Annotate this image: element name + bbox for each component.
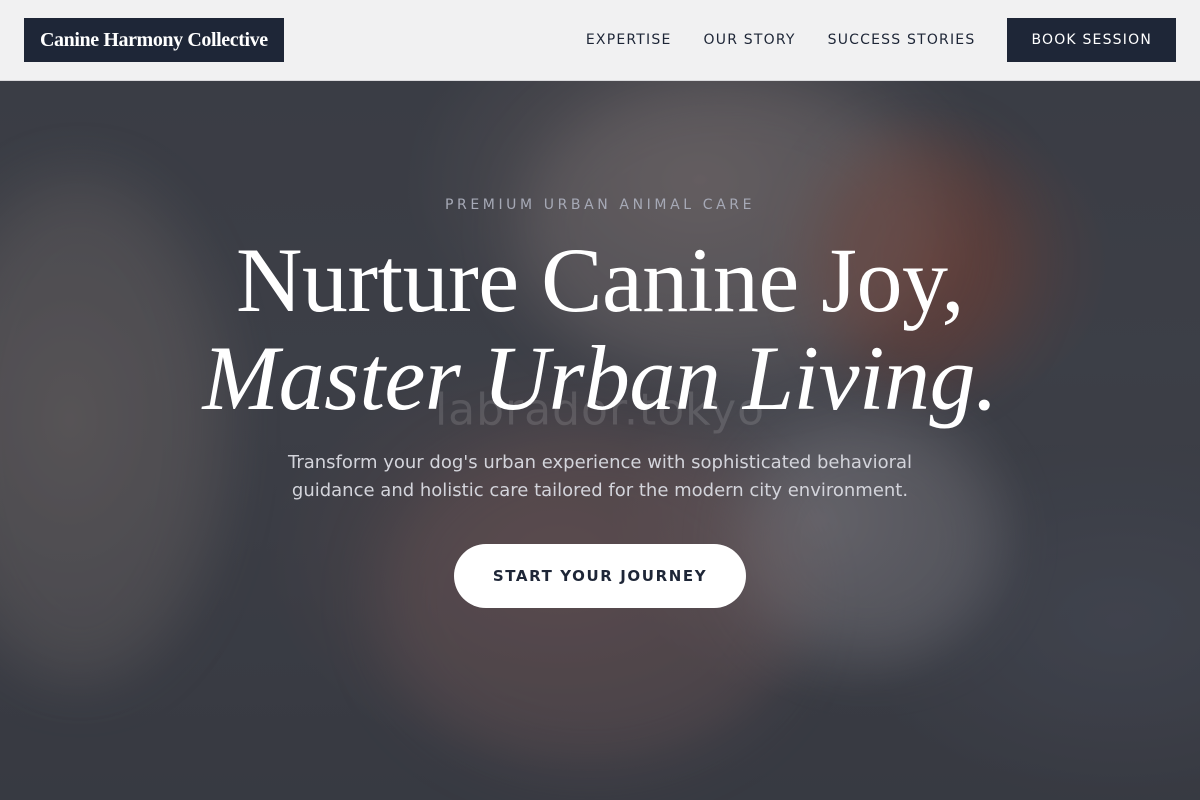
- hero-section: PREMIUM URBAN ANIMAL CARE Nurture Canine…: [0, 81, 1200, 800]
- nav-link-success-stories[interactable]: SUCCESS STORIES: [828, 32, 976, 48]
- hero-eyebrow: PREMIUM URBAN ANIMAL CARE: [444, 197, 756, 213]
- hero-headline: Nurture Canine Joy, Master Urban Living.: [0, 231, 1200, 427]
- start-journey-button[interactable]: START YOUR JOURNEY: [454, 544, 746, 608]
- book-session-button[interactable]: BOOK SESSION: [1007, 18, 1176, 62]
- nav-link-our-story[interactable]: OUR STORY: [704, 32, 796, 48]
- brand-logo[interactable]: Canine Harmony Collective: [24, 18, 284, 62]
- headline-line-2: Master Urban Living.: [202, 327, 999, 429]
- headline-line-1: Nurture Canine Joy,: [235, 229, 965, 331]
- site-header: Canine Harmony Collective EXPERTISE OUR …: [0, 0, 1200, 81]
- landing-page: labrador.tokyo Canine Harmony Collective…: [0, 0, 1200, 800]
- nav-link-expertise[interactable]: EXPERTISE: [586, 32, 672, 48]
- main-nav: EXPERTISE OUR STORY SUCCESS STORIES BOOK…: [586, 18, 1176, 62]
- hero-subtitle: Transform your dog's urban experience wi…: [287, 452, 913, 501]
